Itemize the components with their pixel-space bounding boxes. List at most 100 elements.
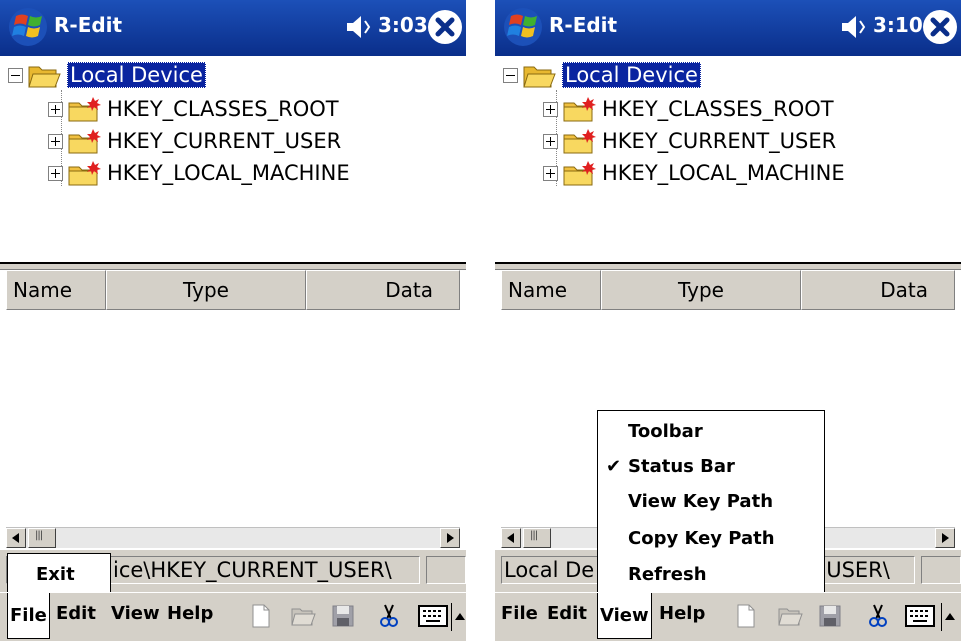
cut-icon[interactable] (865, 603, 891, 629)
input-panel-arrow-icon[interactable] (451, 603, 466, 631)
tree-root-label[interactable]: Local Device (67, 62, 206, 88)
expand-icon[interactable] (48, 165, 63, 181)
expand-icon[interactable] (48, 101, 63, 117)
menu-help[interactable]: Help (659, 603, 705, 624)
menu-item-toolbar[interactable]: Toolbar (628, 421, 703, 442)
app-title: R-Edit (54, 13, 123, 37)
left-screen: R-Edit 3:03 Local Device HKEY_CLASSES_RO… (0, 0, 466, 641)
column-header-name[interactable]: Name (6, 270, 106, 310)
menu-view[interactable]: View (111, 603, 160, 624)
cut-icon[interactable] (376, 603, 402, 629)
expand-icon[interactable] (543, 101, 558, 117)
column-header-type[interactable]: Type (106, 270, 306, 310)
status-field (921, 556, 961, 584)
status-path-left-text: Local De (504, 558, 595, 582)
tree-item-label[interactable]: HKEY_CURRENT_USER (602, 129, 836, 153)
tree-item-hkey-current-user[interactable]: HKEY_CURRENT_USER (48, 124, 341, 158)
tree-item-label[interactable]: HKEY_CLASSES_ROOT (107, 97, 339, 121)
tree-root-label[interactable]: Local Device (562, 62, 701, 88)
expand-icon[interactable] (48, 133, 63, 149)
menu-view[interactable]: View (597, 593, 652, 639)
save-icon[interactable] (817, 603, 843, 629)
tree-root-local-device[interactable]: Local Device (503, 58, 701, 92)
registry-tree: Local Device HKEY_CLASSES_ROOT HKEY_CURR… (6, 56, 462, 262)
speaker-icon[interactable] (344, 12, 374, 42)
scroll-right-button[interactable] (935, 528, 955, 548)
open-folder-icon[interactable] (777, 603, 803, 629)
column-header-name[interactable]: Name (501, 270, 601, 310)
tree-item-hkey-current-user[interactable]: HKEY_CURRENT_USER (543, 124, 836, 158)
scroll-right-button[interactable] (440, 528, 460, 548)
registry-folder-icon (562, 159, 596, 187)
menu-item-copy-key-path[interactable]: Copy Key Path (628, 528, 775, 549)
registry-folder-icon (562, 95, 596, 123)
app-title: R-Edit (549, 13, 618, 37)
pane-splitter[interactable] (0, 262, 466, 270)
tree-item-hkey-local-machine[interactable]: HKEY_LOCAL_MACHINE (543, 156, 845, 190)
expand-icon[interactable] (543, 133, 558, 149)
list-header: Name Type Data (6, 270, 460, 310)
checkmark-icon: ✔ (606, 456, 622, 477)
collapse-icon[interactable] (503, 67, 518, 83)
speaker-icon[interactable] (839, 12, 869, 42)
menu-help[interactable]: Help (167, 603, 213, 624)
menu-edit[interactable]: Edit (547, 603, 587, 624)
column-header-data[interactable]: Data (306, 270, 460, 310)
input-panel-arrow-icon[interactable] (941, 603, 956, 631)
folder-open-icon (522, 61, 556, 89)
tree-item-label[interactable]: HKEY_LOCAL_MACHINE (107, 161, 350, 185)
close-icon[interactable] (921, 8, 959, 46)
keyboard-icon[interactable] (905, 605, 935, 627)
column-header-type[interactable]: Type (601, 270, 801, 310)
menu-bar: File Edit View Help (0, 592, 466, 641)
tree-item-hkey-classes-root[interactable]: HKEY_CLASSES_ROOT (48, 92, 339, 126)
registry-folder-icon (67, 95, 101, 123)
windows-start-icon[interactable] (503, 6, 543, 48)
tree-item-hkey-local-machine[interactable]: HKEY_LOCAL_MACHINE (48, 156, 350, 190)
horizontal-scrollbar[interactable] (6, 527, 460, 548)
menu-item-view-key-path[interactable]: View Key Path (628, 491, 773, 512)
registry-tree: Local Device HKEY_CLASSES_ROOT HKEY_CURR… (501, 56, 957, 262)
tree-item-label[interactable]: HKEY_LOCAL_MACHINE (602, 161, 845, 185)
expand-icon[interactable] (543, 165, 558, 181)
tree-root-local-device[interactable]: Local Device (8, 58, 206, 92)
pane-splitter[interactable] (495, 262, 961, 270)
file-menu-popup: Exit (7, 553, 111, 594)
new-file-icon[interactable] (248, 603, 274, 629)
collapse-icon[interactable] (8, 67, 23, 83)
column-header-data[interactable]: Data (801, 270, 955, 310)
tree-item-label[interactable]: HKEY_CURRENT_USER (107, 129, 341, 153)
value-list[interactable] (6, 310, 460, 527)
windows-start-icon[interactable] (8, 6, 48, 48)
new-file-icon[interactable] (733, 603, 759, 629)
save-icon[interactable] (330, 603, 356, 629)
menu-item-exit[interactable]: Exit (36, 564, 75, 585)
open-folder-icon[interactable] (290, 603, 316, 629)
keyboard-icon[interactable] (418, 605, 448, 627)
clock[interactable]: 3:10 (873, 13, 923, 37)
menu-file[interactable]: File (501, 603, 538, 624)
registry-folder-icon (67, 159, 101, 187)
menu-bar: File Edit View Help (495, 592, 961, 641)
right-screen: R-Edit 3:10 Local Device HKEY_CLASSES_RO… (495, 0, 961, 641)
title-bar: R-Edit 3:03 (0, 0, 466, 56)
scroll-left-button[interactable] (6, 528, 26, 548)
tree-item-hkey-classes-root[interactable]: HKEY_CLASSES_ROOT (543, 92, 834, 126)
clock[interactable]: 3:03 (378, 13, 428, 37)
close-icon[interactable] (426, 8, 464, 46)
registry-folder-icon (67, 127, 101, 155)
tree-item-label[interactable]: HKEY_CLASSES_ROOT (602, 97, 834, 121)
menu-edit[interactable]: Edit (56, 603, 96, 624)
folder-open-icon (27, 61, 61, 89)
status-path-text: ice\HKEY_CURRENT_USER\ (113, 558, 392, 582)
menu-item-refresh[interactable]: Refresh (628, 564, 707, 585)
scroll-thumb[interactable] (28, 528, 56, 548)
divider-gap (466, 0, 495, 641)
title-bar: R-Edit 3:10 (495, 0, 961, 56)
scroll-thumb[interactable] (523, 528, 551, 548)
registry-folder-icon (562, 127, 596, 155)
list-header: Name Type Data (501, 270, 955, 310)
menu-file[interactable]: File (7, 593, 50, 639)
scroll-left-button[interactable] (501, 528, 521, 548)
menu-item-status-bar[interactable]: Status Bar (628, 456, 735, 477)
